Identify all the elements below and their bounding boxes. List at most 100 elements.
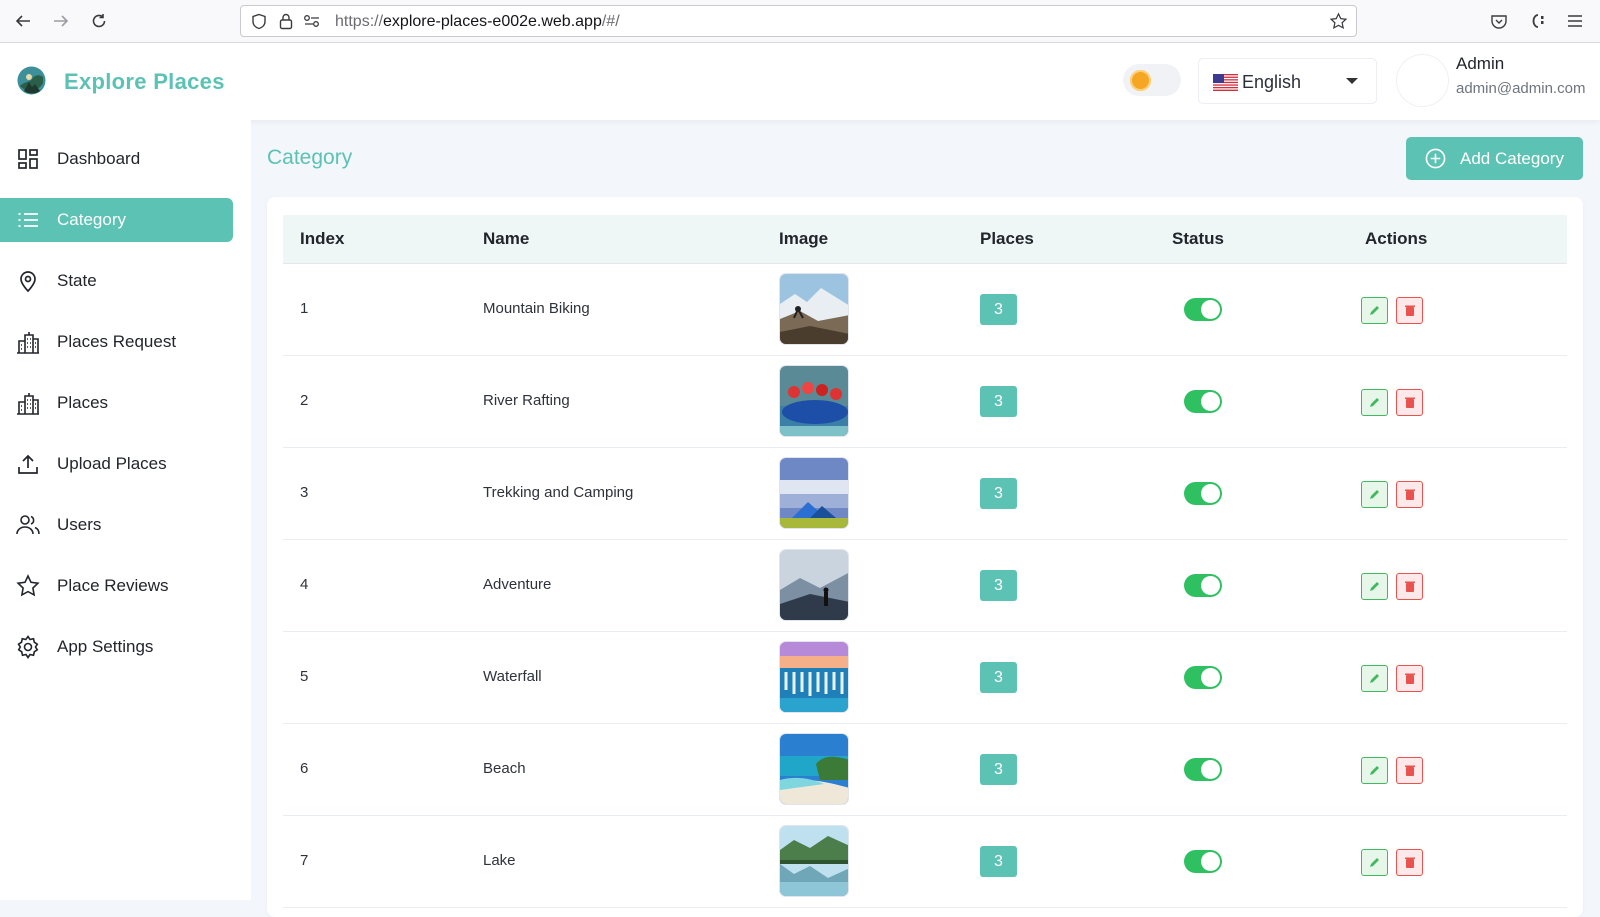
sidebar-item-app-settings[interactable]: App Settings xyxy=(0,625,233,669)
sidebar-item-upload-places[interactable]: Upload Places xyxy=(0,442,233,486)
pocket-icon[interactable] xyxy=(1487,9,1511,33)
building-icon xyxy=(16,391,40,415)
sidebar-item-places[interactable]: Places xyxy=(0,381,233,425)
brand-name[interactable]: Explore Places xyxy=(64,69,225,95)
sidebar-item-label: App Settings xyxy=(57,637,154,656)
edit-button[interactable] xyxy=(1361,389,1388,416)
column-header-places: Places xyxy=(980,229,1034,248)
category-image xyxy=(779,365,849,437)
sidebar-item-label: Place Reviews xyxy=(57,576,169,595)
lock-icon[interactable] xyxy=(279,12,293,35)
column-header-name: Name xyxy=(483,229,530,248)
delete-button[interactable] xyxy=(1396,665,1423,692)
bookmark-star-icon[interactable] xyxy=(1329,12,1348,36)
trash-icon xyxy=(1404,857,1415,868)
browser-toolbar: https://explore-places-e002e.web.app/#/ xyxy=(0,0,1600,43)
pencil-icon xyxy=(1370,858,1379,867)
language-select[interactable]: English xyxy=(1198,58,1377,104)
plus-circle-icon xyxy=(1425,148,1446,169)
delete-button[interactable] xyxy=(1396,573,1423,600)
sidebar-item-users[interactable]: Users xyxy=(0,503,233,547)
shield-icon[interactable] xyxy=(251,13,267,35)
delete-button[interactable] xyxy=(1396,481,1423,508)
sidebar-item-state[interactable]: State xyxy=(0,259,233,303)
edit-button[interactable] xyxy=(1361,757,1388,784)
permissions-icon[interactable] xyxy=(303,14,321,33)
delete-button[interactable] xyxy=(1396,389,1423,416)
status-toggle[interactable] xyxy=(1184,666,1222,689)
row-name: Adventure xyxy=(483,576,552,593)
star-icon xyxy=(16,574,40,598)
list-icon xyxy=(16,208,40,232)
sidebar-item-label: Users xyxy=(57,515,102,534)
status-toggle[interactable] xyxy=(1184,298,1222,321)
edit-button[interactable] xyxy=(1361,573,1388,600)
status-toggle[interactable] xyxy=(1184,758,1222,781)
add-category-button[interactable]: Add Category xyxy=(1406,137,1583,180)
user-name: Admin xyxy=(1456,54,1505,73)
delete-button[interactable] xyxy=(1396,757,1423,784)
extensions-icon[interactable] xyxy=(1525,9,1549,33)
row-name: Lake xyxy=(483,852,516,869)
reload-icon[interactable] xyxy=(87,9,111,33)
row-index: 6 xyxy=(300,760,309,777)
edit-button[interactable] xyxy=(1361,849,1388,876)
pencil-icon xyxy=(1370,398,1379,407)
category-image xyxy=(779,641,849,713)
table-row: 6 Beach 3 xyxy=(283,724,1567,816)
sidebar: Dashboard Category State Places Request … xyxy=(0,120,251,900)
address-bar[interactable]: https://explore-places-e002e.web.app/#/ xyxy=(240,5,1357,37)
sidebar-item-place-reviews[interactable]: Place Reviews xyxy=(0,564,233,608)
category-image xyxy=(779,457,849,529)
column-header-status: Status xyxy=(1172,229,1224,248)
status-toggle[interactable] xyxy=(1184,574,1222,597)
add-category-label: Add Category xyxy=(1460,149,1564,168)
row-name: Waterfall xyxy=(483,668,542,685)
menu-icon[interactable] xyxy=(1563,9,1587,33)
places-count-badge: 3 xyxy=(980,662,1017,693)
sidebar-item-label: State xyxy=(57,271,97,290)
brand-logo-icon[interactable] xyxy=(16,65,47,96)
edit-button[interactable] xyxy=(1361,665,1388,692)
url-text: https://explore-places-e002e.web.app/#/ xyxy=(335,13,620,30)
delete-button[interactable] xyxy=(1396,849,1423,876)
users-icon xyxy=(16,513,40,537)
pencil-icon xyxy=(1370,766,1379,775)
row-name: Beach xyxy=(483,760,526,777)
edit-button[interactable] xyxy=(1361,481,1388,508)
status-toggle[interactable] xyxy=(1184,850,1222,873)
pencil-icon xyxy=(1370,674,1379,683)
sidebar-item-places-request[interactable]: Places Request xyxy=(0,320,233,364)
sidebar-item-label: Places Request xyxy=(57,332,177,351)
sidebar-item-label: Upload Places xyxy=(57,454,167,473)
trash-icon xyxy=(1404,305,1415,316)
row-index: 4 xyxy=(300,576,309,593)
dashboard-icon xyxy=(16,147,40,171)
trash-icon xyxy=(1404,765,1415,776)
status-toggle[interactable] xyxy=(1184,390,1222,413)
category-image xyxy=(779,273,849,345)
row-index: 1 xyxy=(300,300,309,317)
delete-button[interactable] xyxy=(1396,297,1423,324)
avatar[interactable] xyxy=(1396,54,1449,107)
pencil-icon xyxy=(1370,582,1379,591)
edit-button[interactable] xyxy=(1361,297,1388,324)
status-toggle[interactable] xyxy=(1184,482,1222,505)
us-flag-icon xyxy=(1213,74,1238,91)
trash-icon xyxy=(1404,397,1415,408)
sidebar-item-category[interactable]: Category xyxy=(0,198,233,242)
caret-down-icon xyxy=(1346,78,1358,84)
row-name: River Rafting xyxy=(483,392,570,409)
forward-icon[interactable] xyxy=(49,9,73,33)
theme-toggle[interactable] xyxy=(1123,64,1181,96)
sidebar-item-dashboard[interactable]: Dashboard xyxy=(0,137,233,181)
pencil-icon xyxy=(1370,306,1379,315)
sidebar-item-label: Dashboard xyxy=(57,149,141,168)
column-header-image: Image xyxy=(779,229,829,248)
table-row: 7 Lake 3 xyxy=(283,816,1567,908)
map-pin-icon xyxy=(16,269,40,293)
category-image xyxy=(779,825,849,897)
app-header: Explore Places English Admin admin@admin… xyxy=(0,43,1600,120)
sidebar-item-label: Category xyxy=(57,210,126,229)
back-icon[interactable] xyxy=(11,9,35,33)
